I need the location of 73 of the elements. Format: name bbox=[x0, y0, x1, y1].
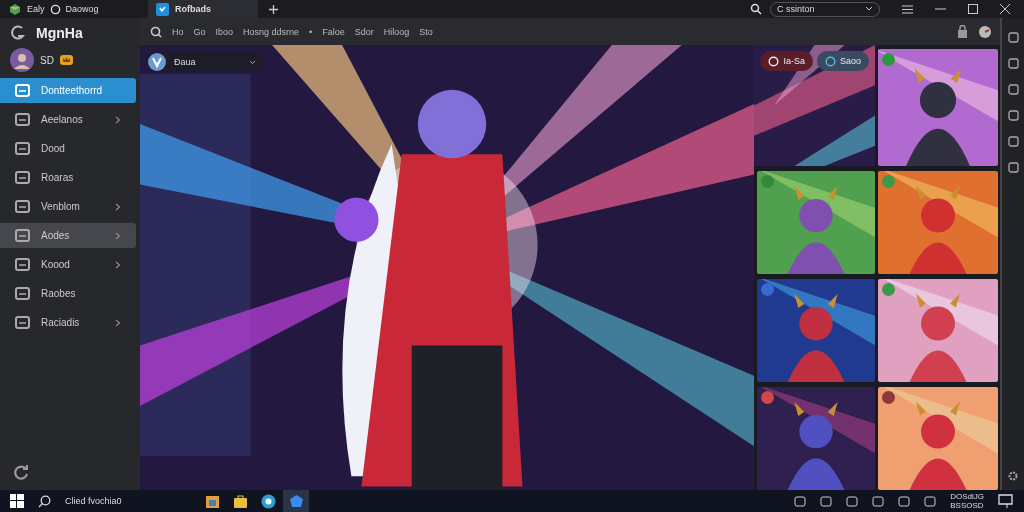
windows-start-icon[interactable] bbox=[10, 494, 24, 508]
tray-icon[interactable] bbox=[846, 495, 859, 507]
panel-icon[interactable] bbox=[1007, 136, 1019, 147]
folder-icon bbox=[204, 493, 220, 509]
briefcase-icon bbox=[232, 493, 248, 509]
app-name: Ealy bbox=[27, 4, 45, 14]
sidebar-item[interactable]: Raobes bbox=[0, 281, 136, 306]
notification-icon[interactable] bbox=[998, 493, 1014, 509]
user-name: SD bbox=[40, 54, 54, 66]
tray-icon[interactable] bbox=[872, 495, 885, 507]
square-icon bbox=[15, 83, 30, 98]
settings-icon[interactable] bbox=[1007, 470, 1019, 482]
square-icon bbox=[15, 228, 30, 243]
toolbar-link[interactable]: Hosng ddsrne bbox=[243, 26, 300, 37]
panel-icon[interactable] bbox=[1007, 110, 1019, 121]
tray-icon[interactable] bbox=[794, 495, 807, 507]
clock-date: BSSOSD bbox=[950, 501, 984, 510]
toolbar-link[interactable]: Iboo bbox=[215, 26, 234, 37]
filter-chip[interactable]: Saoo bbox=[816, 51, 869, 71]
clock-time: DOSdlJG bbox=[950, 492, 984, 501]
sidebar-item[interactable]: Aeelanos bbox=[0, 107, 136, 132]
maximize-icon[interactable] bbox=[968, 4, 978, 14]
panel-icon[interactable] bbox=[1007, 58, 1019, 69]
lock-icon[interactable] bbox=[957, 25, 968, 38]
square-icon bbox=[15, 257, 30, 272]
toolbar-link[interactable]: Sto bbox=[419, 26, 433, 37]
panel-icon[interactable] bbox=[1007, 162, 1019, 173]
close-icon[interactable] bbox=[1000, 4, 1010, 14]
ring-icon bbox=[768, 55, 780, 67]
tab-icon bbox=[156, 2, 169, 16]
crown-badge-icon bbox=[59, 55, 73, 65]
search-icon[interactable] bbox=[750, 3, 762, 15]
square-icon bbox=[15, 170, 30, 185]
sidebar-item[interactable]: Venblom bbox=[0, 194, 136, 219]
app-logo-icon bbox=[8, 2, 22, 16]
search-icon[interactable] bbox=[38, 494, 51, 508]
filter-chip[interactable]: Ia-Sa bbox=[760, 51, 813, 71]
status-text: Daowog bbox=[65, 4, 99, 14]
avatar-icon bbox=[10, 48, 34, 72]
toolbar-link[interactable]: Go bbox=[193, 26, 206, 37]
tray-icon[interactable] bbox=[898, 495, 911, 507]
square-icon bbox=[15, 286, 30, 301]
toolbar-link[interactable]: Faloe bbox=[322, 26, 345, 37]
search-icon[interactable] bbox=[150, 25, 162, 38]
new-tab-icon[interactable] bbox=[268, 3, 279, 15]
taskbar-search-text[interactable]: Clied fvochia0 bbox=[65, 496, 185, 506]
square-icon bbox=[15, 141, 30, 156]
toolbar-link[interactable]: • bbox=[309, 26, 313, 37]
sidebar-item[interactable]: Dood bbox=[0, 136, 136, 161]
browser-tab[interactable]: Rofbads bbox=[148, 0, 258, 18]
sidebar-item[interactable]: Aodes bbox=[0, 223, 136, 248]
square-icon bbox=[15, 112, 30, 127]
caret-icon bbox=[865, 6, 873, 12]
panel-icon[interactable] bbox=[1007, 84, 1019, 95]
toolbar-link[interactable]: Hiloog bbox=[383, 26, 410, 37]
square-icon bbox=[15, 199, 30, 214]
sidebar-item[interactable]: Raciadis bbox=[0, 310, 136, 335]
tray-icon[interactable] bbox=[924, 495, 937, 507]
sidebar-item[interactable]: Koood bbox=[0, 252, 136, 277]
gauge-icon[interactable] bbox=[978, 24, 992, 39]
toolbar-link[interactable]: Sdor bbox=[354, 26, 374, 37]
ring-icon bbox=[824, 55, 836, 67]
panel-icon[interactable] bbox=[1007, 32, 1019, 43]
tray-icon[interactable] bbox=[820, 495, 833, 507]
refresh-icon[interactable] bbox=[12, 464, 30, 482]
toolbar-link[interactable]: Ho bbox=[172, 26, 184, 37]
menu-icon[interactable] bbox=[902, 4, 913, 14]
sidebar-title: MgnHa bbox=[36, 25, 83, 41]
sidebar-item[interactable]: Roaras bbox=[0, 165, 136, 190]
sidebar-item[interactable]: Dontteethorrd bbox=[0, 78, 136, 103]
square-icon bbox=[15, 315, 30, 330]
back-icon[interactable] bbox=[10, 25, 26, 41]
circle-app-icon bbox=[260, 493, 276, 509]
